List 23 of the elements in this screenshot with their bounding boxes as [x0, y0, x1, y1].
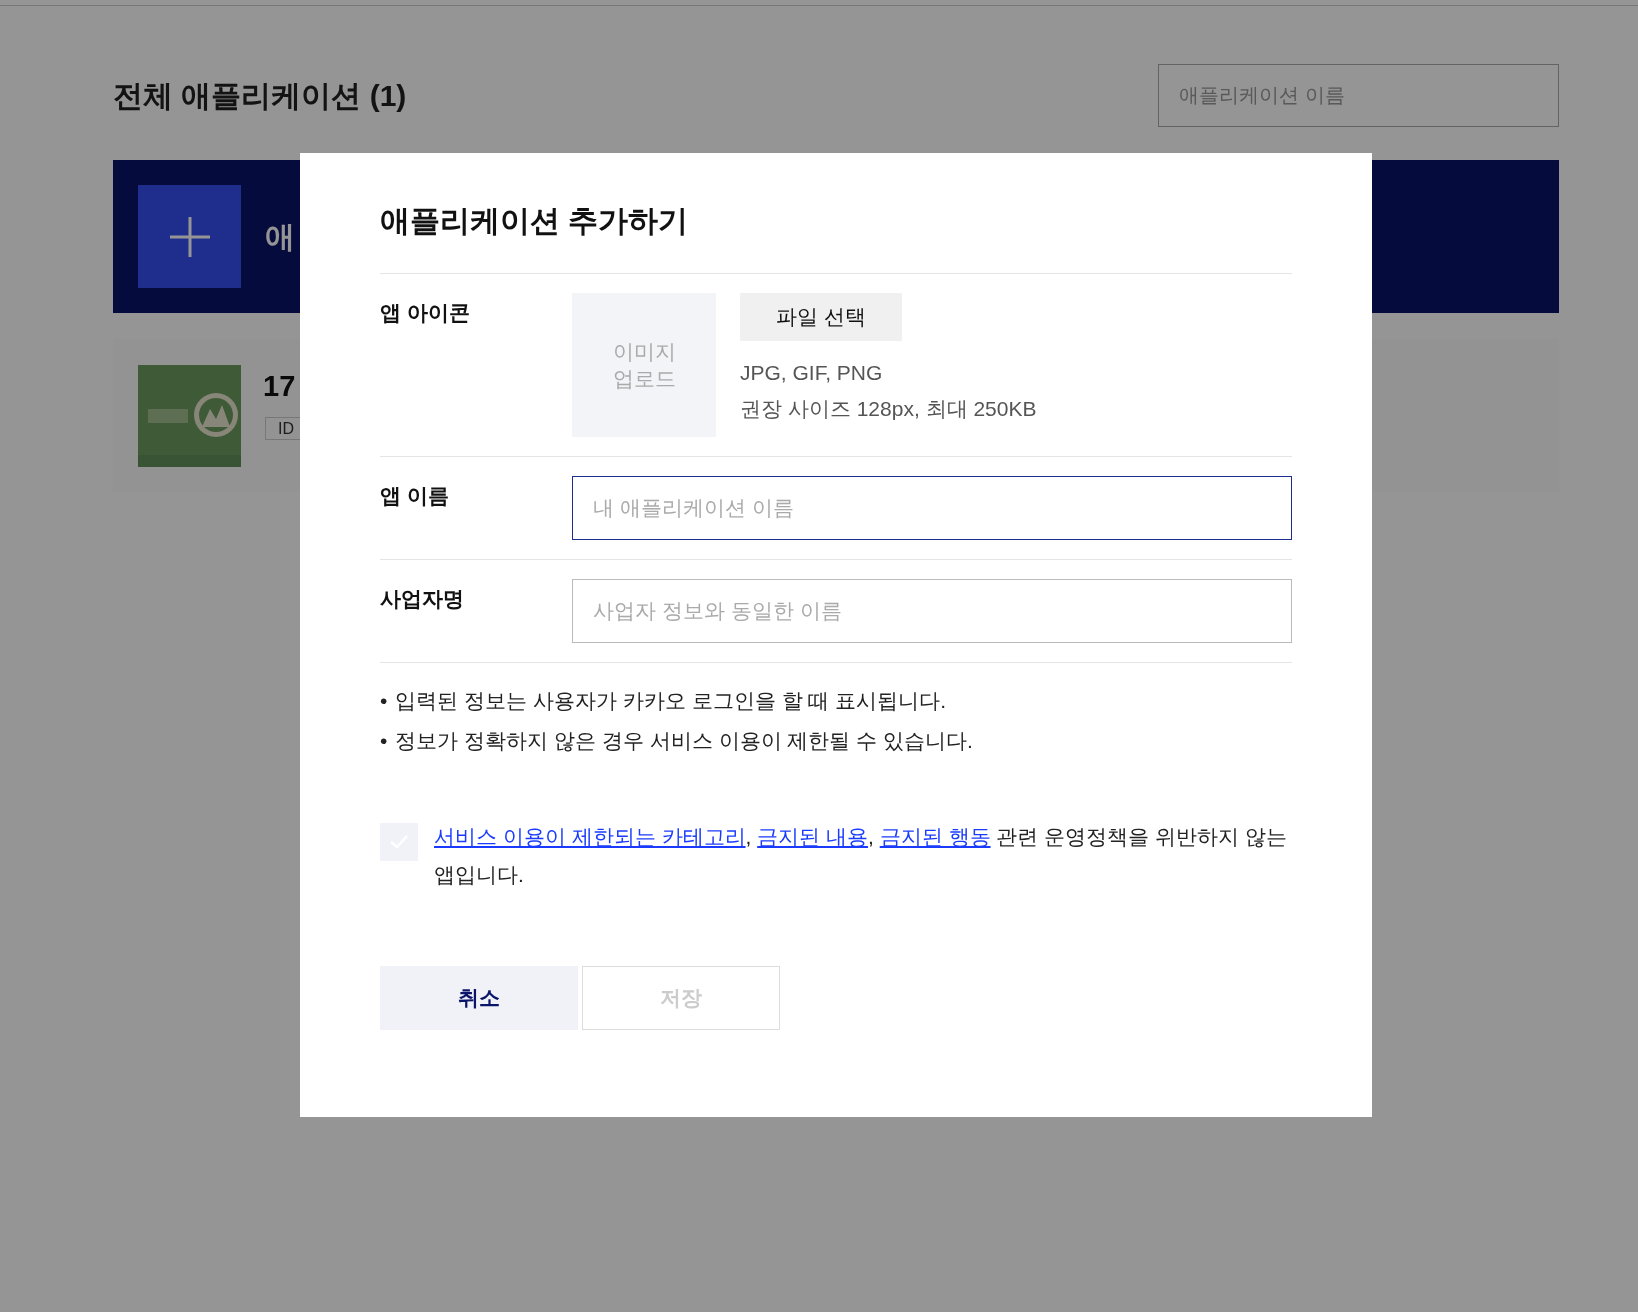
field-label: 앱 이름 — [380, 483, 450, 509]
app-name: 17 — [263, 369, 297, 404]
size-hint: 권장 사이즈 128px, 최대 250KB — [740, 395, 1037, 422]
bullet-icon: • — [380, 724, 388, 756]
page-title: 전체 애플리케이션 (1) — [113, 77, 407, 114]
note-text: 입력된 정보는 사용자가 카카오 로그인을 할 때 표시됩니다. — [395, 688, 947, 714]
policy-link[interactable]: 금지된 행동 — [879, 825, 991, 848]
input-field[interactable]: 내 애플리케이션 이름 — [572, 476, 1292, 540]
policy-link[interactable]: 서비스 이용이 제한되는 카테고리 — [434, 825, 746, 848]
field-label: 앱 아이콘 — [380, 300, 471, 326]
note-text: 정보가 정확하지 않은 경우 서비스 이용이 제한될 수 있습니다. — [395, 727, 973, 754]
banner-label: 애 — [265, 219, 295, 255]
bullet-icon: • — [380, 685, 388, 717]
policy-link[interactable]: 금지된 내용 — [757, 825, 869, 848]
agreement-text: 서비스 이용이 제한되는 카테고리, 금지된 내용, 금지된 행동 관련 운영정책을 위반하지 않는 앱입니다. — [434, 824, 1288, 888]
add-icon — [138, 185, 241, 288]
input-field[interactable]: 사업자 정보와 동일한 이름 — [572, 579, 1292, 643]
cancel-button[interactable]: 취소 — [380, 965, 578, 1030]
file-select-button[interactable]: 파일 선택 — [740, 293, 902, 341]
format-hint: JPG, GIF, PNG — [740, 360, 883, 386]
dialog-title: 애플리케이션 추가하기 — [380, 203, 690, 239]
search-field[interactable]: 애플리케이션 이름 — [1158, 64, 1559, 127]
field-label: 사업자명 — [380, 586, 465, 612]
